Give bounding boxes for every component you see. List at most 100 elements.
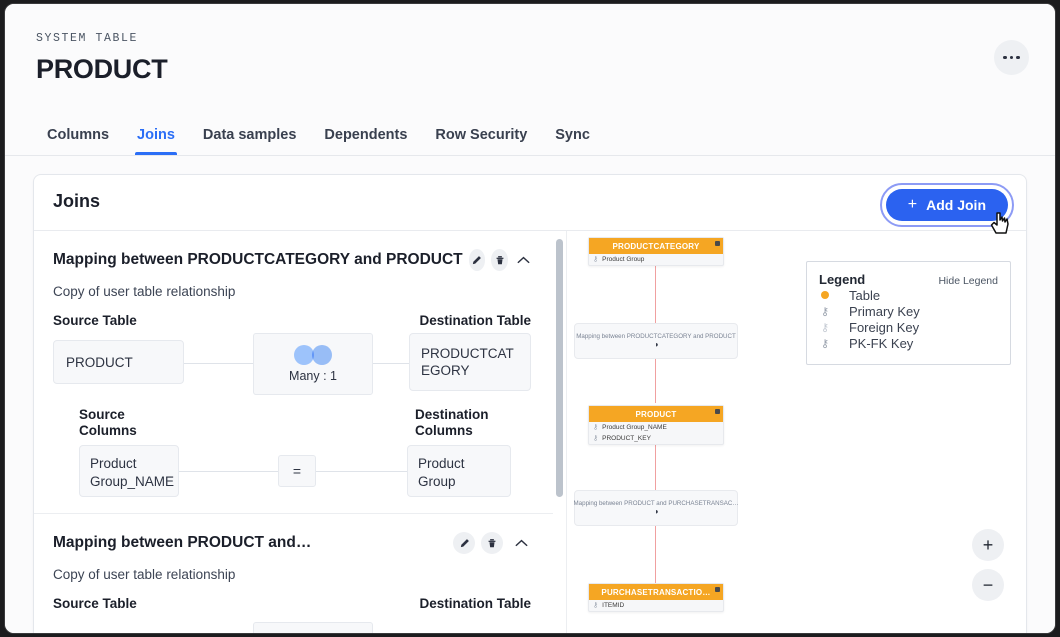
chevron-up-icon[interactable] — [511, 532, 531, 554]
erd-canvas[interactable]: PRODUCTCATEGORY ⚷ Product Group Mapping … — [567, 231, 1026, 633]
tab-columns[interactable]: Columns — [33, 127, 123, 155]
pk-fk-key-icon: ⚷ — [593, 435, 598, 442]
table-labels-row: Source Table Destination Table — [53, 313, 531, 328]
visibility-icon[interactable]: ◑ — [654, 508, 659, 516]
chevron-up-glyph — [515, 539, 528, 547]
column-connector-left — [179, 471, 278, 472]
legend-item: ⚷ Primary Key — [819, 304, 998, 319]
chevron-up-icon[interactable] — [516, 249, 531, 271]
page-header: SYSTEM TABLE PRODUCT Columns Joins Data … — [5, 4, 1055, 156]
erd-edge-label[interactable]: Mapping between PRODUCTCATEGORY and PROD… — [574, 323, 738, 359]
legend-item-label: Table — [849, 288, 880, 303]
join-card: Mapping between PRODUCT and… — [34, 513, 553, 633]
join-card-subtitle: Copy of user table relationship — [53, 284, 531, 299]
relationship-diagram: PRODUCT Many : 1 PRODUCTCATEGORY — [53, 333, 531, 393]
pk-fk-key-icon: ⚷ — [593, 602, 598, 609]
destination-table-label: Destination Table — [419, 313, 531, 328]
erd-node-header: PURCHASETRANSACTIO… — [589, 584, 723, 600]
erd-node-title: PURCHASETRANSACTIO… — [601, 588, 710, 597]
venn-diagram-icon — [294, 345, 332, 365]
erd-column-label: PRODUCT_KEY — [602, 435, 651, 442]
add-join-button[interactable]: + Add Join — [886, 189, 1008, 221]
erd-node-header: PRODUCTCATEGORY — [589, 238, 723, 254]
primary-key-icon: ⚷ — [819, 305, 849, 318]
plus-icon: + — [908, 197, 917, 213]
erd-node-column: ⚷ ITEMID — [589, 600, 723, 611]
table-dot-icon — [819, 290, 849, 302]
legend-item: ⚷ PK-FK Key — [819, 336, 998, 351]
cardinality-label: Many : 1 — [289, 369, 337, 383]
legend-item-label: PK-FK Key — [849, 336, 913, 351]
legend-header: Legend Hide Legend — [819, 272, 998, 287]
source-column-box[interactable]: Product Group_NAME — [79, 445, 179, 497]
pk-fk-key-icon: ⚷ — [593, 424, 598, 431]
source-table-label: Source Table — [53, 596, 137, 611]
hide-legend-button[interactable]: Hide Legend — [938, 275, 998, 287]
connector-left — [184, 363, 253, 364]
pin-icon[interactable] — [715, 587, 720, 592]
joins-panel: Joins + Add Join Mapping between PRODUCT… — [33, 174, 1027, 634]
erd-column-label: Product Group — [602, 256, 644, 263]
erd-node-title: PRODUCT — [636, 410, 677, 419]
tab-row-security[interactable]: Row Security — [421, 127, 541, 155]
legend-title: Legend — [819, 272, 865, 287]
destination-table-box[interactable]: PRODUCTCATEGORY — [409, 333, 531, 391]
cardinality-box[interactable]: Many : 1 — [253, 333, 373, 395]
trash-icon[interactable] — [491, 249, 508, 271]
join-card-header: Mapping between PRODUCTCATEGORY and PROD… — [53, 249, 531, 271]
destination-column-box[interactable]: Product Group — [407, 445, 511, 497]
joins-panel-header: Joins + Add Join — [34, 175, 1026, 231]
zoom-in-button[interactable]: + — [972, 529, 1004, 561]
zoom-out-button[interactable]: − — [972, 569, 1004, 601]
page-body: Joins + Add Join Mapping between PRODUCT… — [5, 156, 1055, 634]
app-window: SYSTEM TABLE PRODUCT Columns Joins Data … — [4, 3, 1056, 634]
tab-data-samples[interactable]: Data samples — [189, 127, 311, 155]
erd-node[interactable]: PRODUCT ⚷ Product Group_NAME ⚷ PRODUCT_K… — [588, 405, 724, 445]
legend-item: Table — [819, 288, 998, 303]
tab-bar: Columns Joins Data samples Dependents Ro… — [33, 127, 604, 155]
source-table-label: Source Table — [53, 313, 137, 328]
scrollbar-thumb[interactable] — [556, 239, 563, 497]
erd-node-header: PRODUCT — [589, 406, 723, 422]
column-labels-row: Source Columns Destination Columns — [53, 407, 531, 439]
tab-dependents[interactable]: Dependents — [310, 127, 421, 155]
source-columns-label: Source Columns — [79, 407, 175, 439]
joins-split-view: Mapping between PRODUCTCATEGORY and PROD… — [34, 231, 1026, 633]
erd-node[interactable]: PURCHASETRANSACTIO… ⚷ ITEMID — [588, 583, 724, 612]
operator-box[interactable]: = — [278, 455, 316, 487]
legend-panel: Legend Hide Legend Table ⚷ Primary Key — [806, 261, 1011, 365]
trash-glyph — [487, 538, 497, 549]
erd-column-label: ITEMID — [602, 602, 624, 609]
tab-sync[interactable]: Sync — [541, 127, 604, 155]
join-card-title: Mapping between PRODUCTCATEGORY and PROD… — [53, 251, 463, 269]
joins-list-scrollbar[interactable] — [553, 231, 567, 633]
erd-node-column: ⚷ Product Group — [589, 254, 723, 265]
tab-joins[interactable]: Joins — [123, 127, 189, 155]
visibility-icon[interactable]: ◑ — [654, 341, 659, 349]
source-table-box[interactable]: PRODUCT — [53, 340, 184, 384]
erd-node-title: PRODUCTCATEGORY — [613, 242, 700, 251]
cardinality-box[interactable] — [253, 622, 373, 633]
pk-fk-key-icon: ⚷ — [593, 256, 598, 263]
pencil-glyph — [459, 538, 470, 549]
pencil-glyph — [471, 255, 482, 266]
erd-edge-label[interactable]: Mapping between PRODUCT and PURCHASETRAN… — [574, 490, 738, 526]
erd-node[interactable]: PRODUCTCATEGORY ⚷ Product Group — [588, 237, 724, 266]
chevron-up-glyph — [517, 256, 530, 264]
join-card-subtitle: Copy of user table relationship — [53, 567, 531, 582]
legend-item-label: Foreign Key — [849, 320, 919, 335]
pencil-icon[interactable] — [453, 532, 475, 554]
pin-icon[interactable] — [715, 241, 720, 246]
pin-icon[interactable] — [715, 409, 720, 414]
join-card-title: Mapping between PRODUCT and… — [53, 534, 447, 552]
page-title: PRODUCT — [36, 54, 167, 85]
pencil-icon[interactable] — [469, 249, 486, 271]
breadcrumb-eyebrow: SYSTEM TABLE — [36, 32, 138, 45]
trash-icon[interactable] — [481, 532, 503, 554]
trash-glyph — [495, 255, 505, 266]
ellipsis-icon[interactable] — [994, 40, 1029, 75]
column-mapping-diagram: Product Group_NAME = Product Group — [53, 445, 531, 499]
destination-columns-label: Destination Columns — [415, 407, 511, 439]
legend-item-label: Primary Key — [849, 304, 920, 319]
add-join-focus-ring: + Add Join — [880, 183, 1014, 227]
